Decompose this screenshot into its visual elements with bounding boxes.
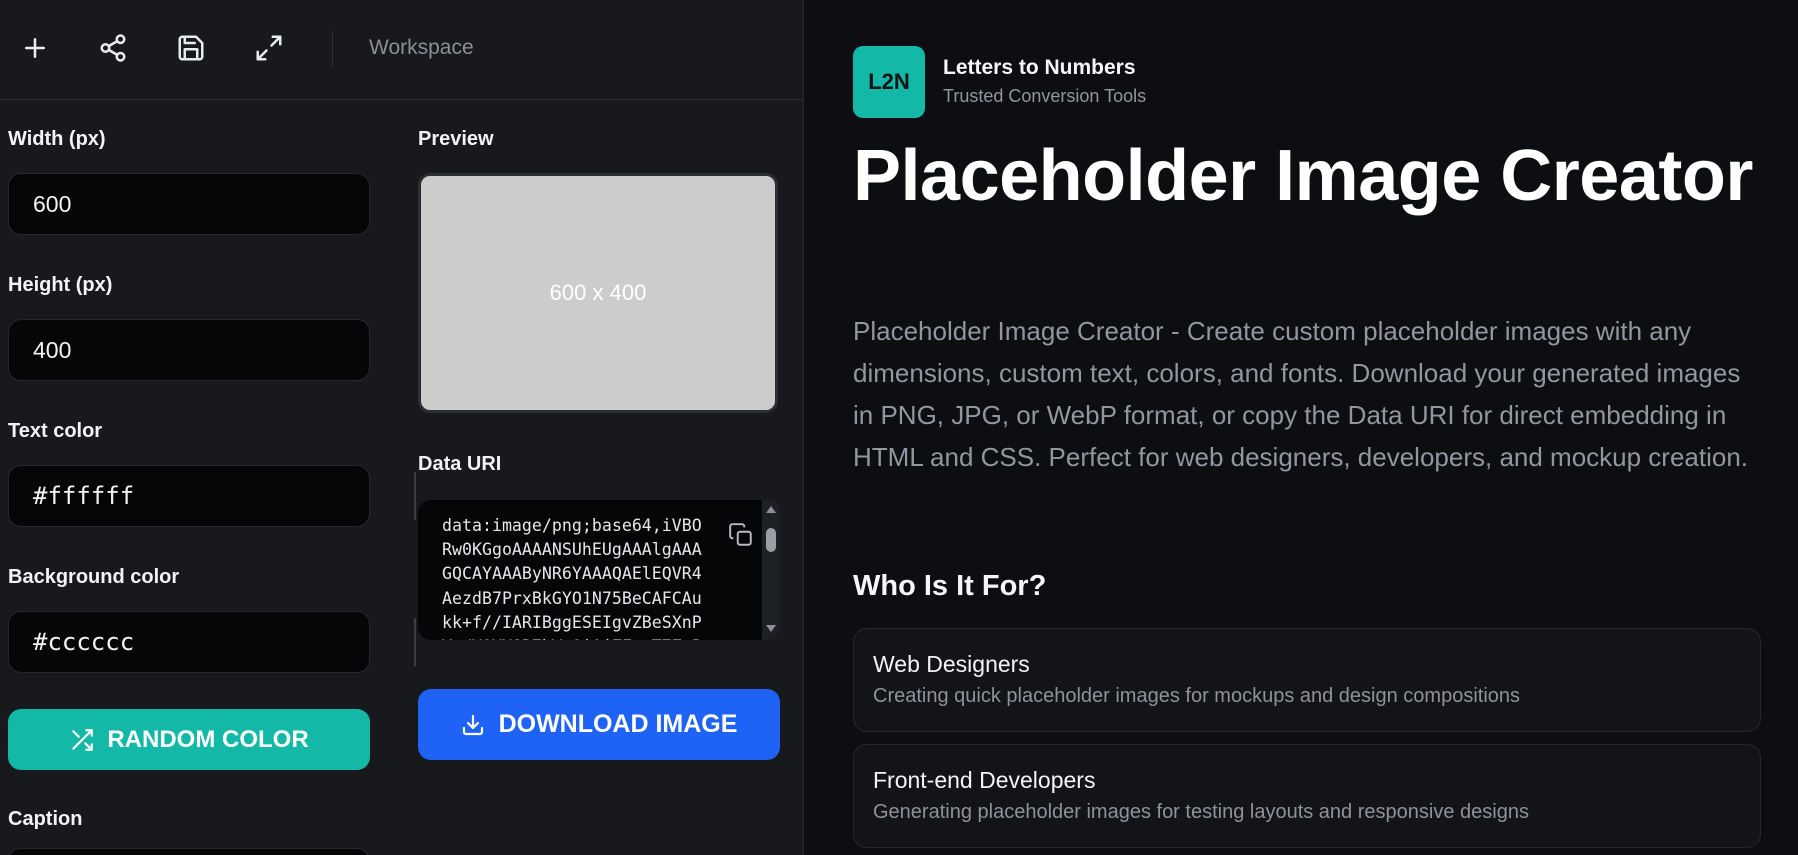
height-input[interactable]: 400 xyxy=(8,319,370,381)
audience-card: Web Designers Creating quick placeholder… xyxy=(853,628,1761,732)
random-color-label: RANDOM COLOR xyxy=(107,725,309,753)
caption-input[interactable] xyxy=(8,848,370,855)
data-uri-value[interactable]: data:image/png;base64,iVBO Rw0KGgoAAAANS… xyxy=(442,514,732,640)
toolbar: Workspace xyxy=(0,0,803,100)
caption-label: Caption xyxy=(8,808,83,830)
preview-label: Preview xyxy=(418,128,494,150)
toolbar-divider xyxy=(332,31,333,67)
random-color-button[interactable]: RANDOM COLOR xyxy=(8,709,370,770)
download-icon xyxy=(462,714,483,735)
height-label: Height (px) xyxy=(8,274,113,296)
data-uri-scrollbar[interactable] xyxy=(762,500,780,640)
editor-panel: Workspace Width (px) 600 Height (px) 400… xyxy=(0,0,804,855)
expand-icon[interactable] xyxy=(252,31,286,65)
who-is-it-for-heading: Who Is It For? xyxy=(853,570,1047,602)
audience-card-desc: Generating placeholder images for testin… xyxy=(873,801,1529,823)
audience-card-desc: Creating quick placeholder images for mo… xyxy=(873,685,1521,707)
download-label: DOWNLOAD IMAGE xyxy=(498,710,738,738)
width-label: Width (px) xyxy=(8,128,106,150)
background-color-label: Background color xyxy=(8,566,180,588)
page-description: Placeholder Image Creator - Create custo… xyxy=(853,316,1749,472)
text-color-label: Text color xyxy=(8,420,103,442)
brand-logo[interactable]: L2N xyxy=(853,46,925,118)
width-input[interactable]: 600 xyxy=(8,173,370,235)
brand-tagline: Trusted Conversion Tools xyxy=(943,86,1147,106)
plus-icon[interactable] xyxy=(18,31,52,65)
scroll-thumb[interactable] xyxy=(766,528,776,552)
workspace-label[interactable]: Workspace xyxy=(369,36,474,60)
brand-name[interactable]: Letters to Numbers xyxy=(943,56,1136,80)
audience-card-title: Web Designers xyxy=(873,651,1030,677)
share-icon[interactable] xyxy=(96,31,130,65)
shuffle-icon xyxy=(72,728,94,751)
text-color-input[interactable]: #ffffff xyxy=(8,465,370,527)
scroll-down-arrow-icon[interactable] xyxy=(766,625,776,632)
preview-image: 600 x 400 xyxy=(418,173,778,413)
audience-card: Front-end Developers Generating placehol… xyxy=(853,744,1761,848)
copy-icon[interactable] xyxy=(728,522,754,548)
download-image-button[interactable]: DOWNLOAD IMAGE xyxy=(418,689,780,760)
data-uri-label: Data URI xyxy=(418,453,502,475)
save-icon[interactable] xyxy=(174,31,208,65)
page-title: Placeholder Image Creator xyxy=(853,136,1753,216)
data-uri-textarea[interactable]: data:image/png;base64,iVBO Rw0KGgoAAAANS… xyxy=(418,500,780,640)
scroll-up-arrow-icon[interactable] xyxy=(766,506,776,513)
background-color-input[interactable]: #cccccc xyxy=(8,611,370,673)
info-panel: L2N Letters to Numbers Trusted Conversio… xyxy=(805,0,1798,855)
audience-card-title: Front-end Developers xyxy=(873,767,1096,793)
preview-text: 600 x 400 xyxy=(549,280,647,305)
